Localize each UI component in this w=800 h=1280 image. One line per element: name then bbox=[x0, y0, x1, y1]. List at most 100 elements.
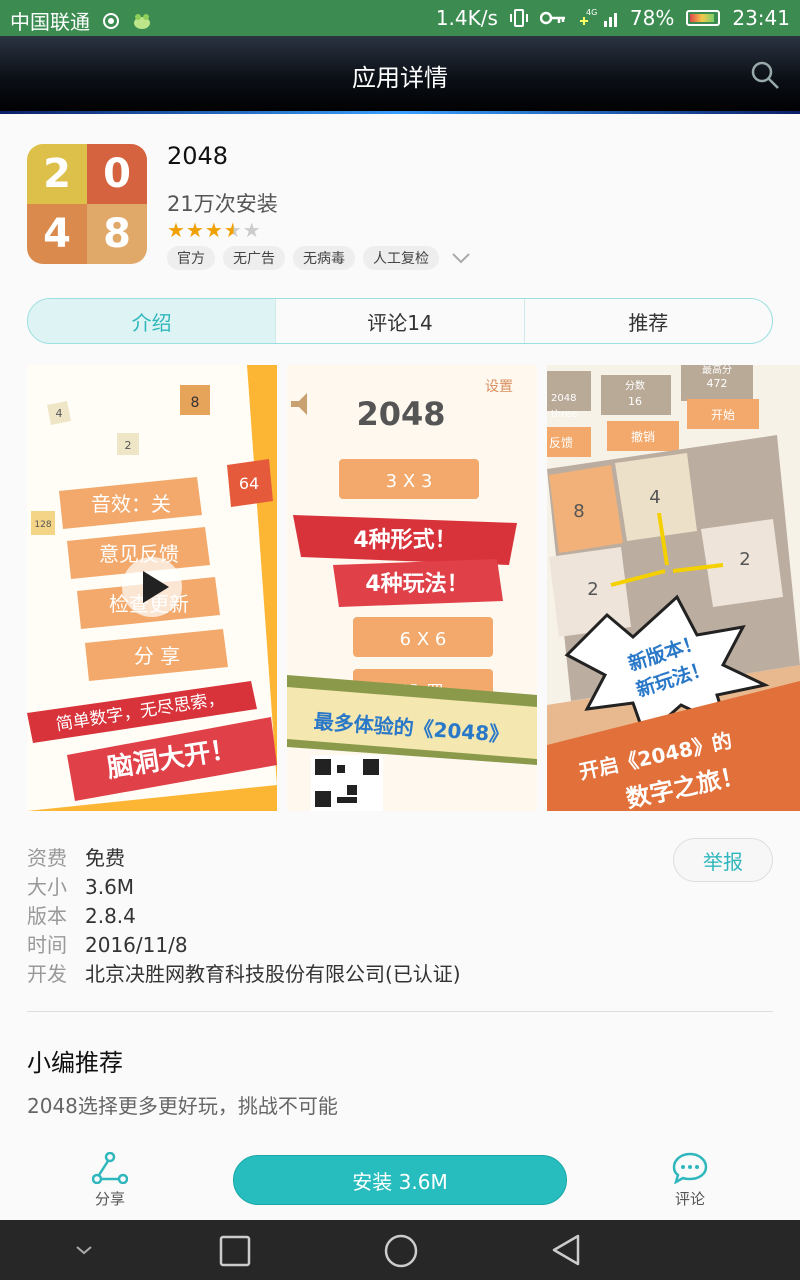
status-bar: 中国联通 1.4K/s 4G 78% 23:41 bbox=[0, 0, 800, 36]
info-value: 免费 bbox=[85, 846, 125, 870]
hud-label: 2048 bbox=[551, 393, 576, 404]
info-value: 3.6M bbox=[85, 875, 135, 899]
search-icon[interactable] bbox=[748, 58, 782, 92]
info-key: 版本 bbox=[27, 904, 67, 928]
cell-label: 2 bbox=[739, 549, 750, 570]
app-name: 2048 bbox=[167, 142, 229, 170]
half-star-icon: ★ bbox=[223, 218, 243, 242]
tag-no-ads: 无广告 bbox=[223, 246, 285, 270]
icon-tile: 8 bbox=[87, 204, 147, 264]
info-value: 北京决胜网教育科技股份有限公司(已认证) bbox=[85, 962, 461, 986]
recent-apps-icon[interactable] bbox=[218, 1234, 252, 1268]
recommend-title: 小编推荐 bbox=[27, 1049, 123, 1077]
action-bar: 分享 安装 3.6M 评论 bbox=[0, 1140, 800, 1220]
tile-label: 2 bbox=[125, 439, 132, 452]
page-title: 应用详情 bbox=[352, 64, 448, 92]
star-icon: ★ bbox=[204, 218, 224, 242]
tile-label: 8 bbox=[191, 395, 200, 411]
star-icon: ★ bbox=[185, 218, 205, 242]
key-icon bbox=[539, 11, 565, 25]
screenshot-2-art: 设置 2048 3 X 3 4种形式！ 4种玩法！ 6 X 6 设 置 最多体验… bbox=[287, 365, 537, 811]
info-value: 2.8.4 bbox=[85, 904, 136, 928]
carrier-label: 中国联通 bbox=[10, 10, 90, 34]
tile-label: 4 bbox=[56, 407, 63, 420]
cell-label: 8 bbox=[573, 501, 584, 522]
star-empty-icon: ★ bbox=[242, 218, 262, 242]
info-row-developer: 开发 北京决胜网教育科技股份有限公司(已认证) bbox=[27, 958, 461, 987]
clock: 23:41 bbox=[732, 6, 790, 30]
chevron-down-icon[interactable] bbox=[451, 248, 471, 268]
info-key: 资费 bbox=[27, 846, 67, 870]
tab-intro[interactable]: 介绍 bbox=[28, 299, 276, 343]
network-speed: 1.4K/s bbox=[435, 6, 498, 30]
game-title: 2048 bbox=[356, 395, 445, 433]
cell-label: 4 bbox=[649, 487, 660, 508]
ribbon-text: 4种形式！ bbox=[353, 528, 456, 553]
menu-label: 音效：关 bbox=[91, 492, 171, 516]
back-icon[interactable] bbox=[548, 1232, 584, 1268]
share-button[interactable]: 分享 bbox=[80, 1151, 140, 1209]
info-key: 大小 bbox=[27, 875, 67, 899]
share-label: 分享 bbox=[94, 1190, 125, 1208]
comment-label: 评论 bbox=[674, 1190, 705, 1208]
star-icon: ★ bbox=[167, 218, 186, 242]
tab-recommend[interactable]: 推荐 bbox=[523, 299, 772, 343]
recommend-text: 2048选择更多更好玩，挑战不可能 bbox=[27, 1094, 338, 1118]
info-row-date: 时间 2016/11/8 bbox=[27, 929, 188, 958]
tile-label: 64 bbox=[239, 474, 259, 493]
app-icon: 2 0 4 8 bbox=[27, 144, 147, 264]
detail-tabs: 介绍 评论14 推荐 bbox=[27, 298, 773, 344]
screenshot-1[interactable]: 4 8 2 64 128 音效：关 意见反馈 检查更新 分 享 简单数字，无尽思… bbox=[27, 365, 277, 811]
hud-value: 472 bbox=[707, 377, 728, 390]
title-bar: 应用详情 bbox=[0, 36, 800, 114]
tag-no-virus: 无病毒 bbox=[293, 246, 355, 270]
chevron-down-icon[interactable] bbox=[74, 1240, 94, 1260]
tag-manual-check: 人工复检 bbox=[363, 246, 439, 270]
icon-tile: 0 bbox=[87, 144, 147, 204]
menu-label: 分 享 bbox=[134, 644, 180, 668]
hud-value: 16 bbox=[628, 395, 642, 408]
info-row-version: 版本 2.8.4 bbox=[27, 900, 136, 929]
info-value: 2016/11/8 bbox=[85, 933, 188, 957]
app-notification-icon bbox=[103, 12, 119, 29]
navigation-bar bbox=[0, 1220, 800, 1280]
ribbon-text: 4种玩法！ bbox=[365, 572, 468, 597]
game-button: 开始 bbox=[711, 408, 735, 422]
screenshot-1-art: 4 8 2 64 128 音效：关 意见反馈 检查更新 分 享 简单数字，无尽思… bbox=[27, 365, 277, 811]
comment-button[interactable]: 评论 bbox=[660, 1152, 720, 1209]
cell-label: 2 bbox=[587, 579, 598, 600]
tag-official: 官方 bbox=[167, 246, 215, 270]
screenshot-3-art: 2048 three 分数 16 最高分 472 反馈 撤销 开始 8 4 2 … bbox=[547, 365, 800, 811]
signal-icon: 4G bbox=[579, 8, 617, 27]
info-key: 时间 bbox=[27, 933, 67, 957]
title-bar-glow bbox=[0, 111, 800, 114]
info-row-size: 大小 3.6M bbox=[27, 871, 134, 900]
icon-tile: 2 bbox=[27, 144, 87, 204]
hud-label: 最高分 bbox=[702, 365, 732, 376]
game-button: 撤销 bbox=[631, 429, 655, 444]
vibrate-icon bbox=[509, 9, 528, 27]
game-button: 反馈 bbox=[549, 436, 573, 450]
frog-notification-icon bbox=[134, 13, 150, 29]
report-button[interactable]: 举报 bbox=[673, 838, 773, 882]
tab-comments[interactable]: 评论14 bbox=[275, 299, 523, 343]
battery-percent: 78% bbox=[629, 6, 675, 30]
home-icon[interactable] bbox=[382, 1232, 420, 1270]
info-row-price: 资费 免费 bbox=[27, 842, 125, 871]
hud-label: three bbox=[551, 409, 577, 420]
icon-tile: 4 bbox=[27, 204, 87, 264]
battery-icon bbox=[686, 10, 721, 26]
tile-label: 128 bbox=[34, 520, 51, 530]
network-type: 4G bbox=[586, 8, 597, 17]
install-button[interactable]: 安装 3.6M bbox=[233, 1155, 567, 1205]
divider bbox=[27, 1011, 773, 1012]
comment-icon bbox=[672, 1152, 708, 1185]
mode-label: 6 X 6 bbox=[400, 629, 447, 650]
mode-label: 3 X 3 bbox=[386, 471, 433, 492]
rating-stars: ★★★★★ bbox=[167, 218, 262, 242]
screenshot-2[interactable]: 设置 2048 3 X 3 4种形式！ 4种玩法！ 6 X 6 设 置 最多体验… bbox=[287, 365, 537, 811]
share-icon bbox=[91, 1151, 129, 1185]
screenshot-3[interactable]: 2048 three 分数 16 最高分 472 反馈 撤销 开始 8 4 2 … bbox=[547, 365, 800, 811]
info-key: 开发 bbox=[27, 962, 67, 986]
tag-list: 官方 无广告 无病毒 人工复检 bbox=[167, 246, 471, 270]
